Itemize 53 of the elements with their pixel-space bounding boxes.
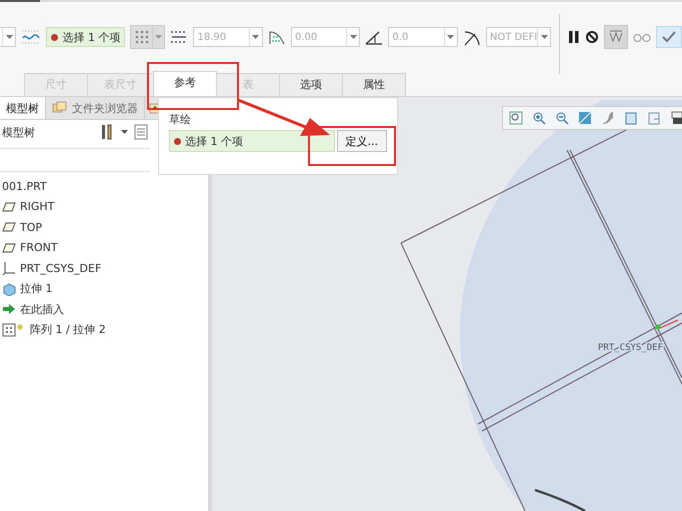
caret-icon[interactable] xyxy=(447,35,454,39)
caret-icon[interactable] xyxy=(121,130,128,134)
angle-icon xyxy=(365,29,384,45)
reference-collector[interactable]: 选择 1 个项 xyxy=(46,27,126,47)
tree-item[interactable]: PRT_CSYS_DEF xyxy=(20,262,102,275)
panel-title: 模型树 xyxy=(2,124,36,140)
preview-button[interactable] xyxy=(604,25,628,49)
tree-item[interactable]: 在此插入 xyxy=(20,302,64,317)
caret-icon[interactable] xyxy=(540,35,548,39)
zoom-out-icon[interactable] xyxy=(555,111,569,125)
tree-item[interactable]: RIGHT xyxy=(20,200,54,214)
define-button[interactable]: 定义... xyxy=(336,130,387,152)
tree-item[interactable]: FRONT xyxy=(20,241,58,254)
ribbon-tab[interactable]: 属性 xyxy=(342,73,406,96)
caret-icon[interactable] xyxy=(350,35,357,39)
sketch-collector[interactable]: 选择 1 个项 xyxy=(169,130,334,152)
tree-item[interactable]: 001.PRT xyxy=(2,176,208,196)
confirm-button[interactable] xyxy=(656,26,682,48)
zigzag-icon xyxy=(608,29,624,45)
arrow-icon xyxy=(2,303,16,316)
panel-tab[interactable]: 文件夹浏览器 xyxy=(46,97,145,119)
zoom-fit-icon[interactable] xyxy=(509,111,523,125)
tree-item[interactable]: 阵列 1 / 拉伸 2 xyxy=(30,322,106,338)
grid-dots-button[interactable] xyxy=(130,25,166,49)
filter-field[interactable] xyxy=(0,148,150,172)
spacing-icon xyxy=(170,29,188,45)
tree-item[interactable]: 拉伸 1 xyxy=(20,281,52,296)
plane-icon xyxy=(2,242,16,253)
list-icon[interactable] xyxy=(134,124,148,140)
caret-icon[interactable] xyxy=(252,35,260,39)
tab-label: 模型树 xyxy=(6,100,39,116)
block-icon xyxy=(2,282,16,296)
sketch-label: 草绘 xyxy=(169,112,192,127)
wave-icon xyxy=(21,29,42,45)
caret-icon[interactable] xyxy=(6,35,13,39)
square-icon[interactable] xyxy=(578,111,592,125)
pause-icon[interactable] xyxy=(568,30,580,44)
panel-icon[interactable] xyxy=(647,111,661,125)
ribbon-tab[interactable]: 选项 xyxy=(279,73,343,96)
stop-icon[interactable] xyxy=(585,30,599,44)
axes-icon xyxy=(2,261,16,276)
folders-icon xyxy=(52,101,68,115)
ribbon-tab[interactable]: 参考 xyxy=(153,71,217,96)
tab-label: 文件夹浏览器 xyxy=(72,100,138,116)
plane-icon xyxy=(2,202,16,212)
panel-tab[interactable]: 模型树 xyxy=(0,97,46,119)
plane-icon xyxy=(2,222,16,232)
checkmark-icon xyxy=(661,30,677,44)
tree-item[interactable]: TOP xyxy=(20,220,42,234)
dot-grid-icon xyxy=(134,29,150,45)
camera-icon[interactable] xyxy=(670,111,682,125)
zoom-in-icon[interactable] xyxy=(532,111,546,125)
shape-icon[interactable] xyxy=(601,111,615,125)
